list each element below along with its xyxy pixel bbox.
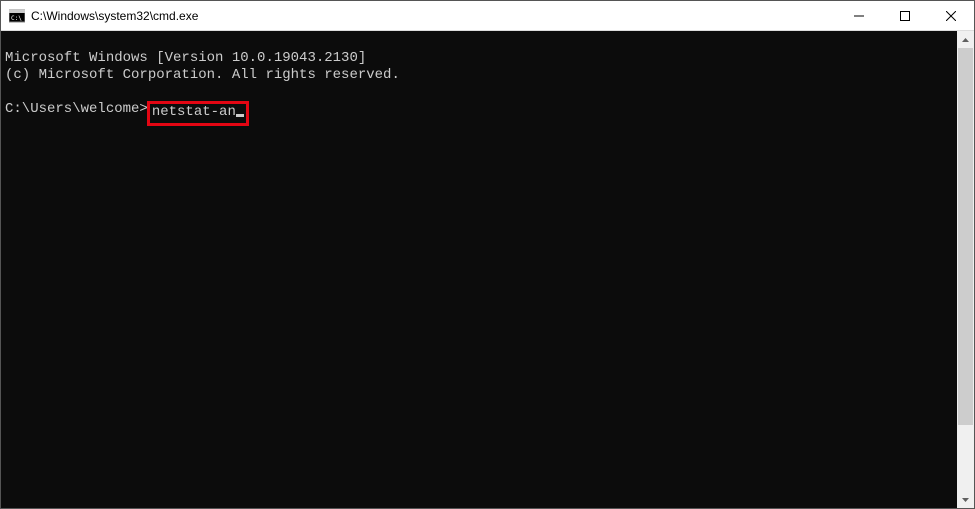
titlebar[interactable]: C:\ C:\Windows\system32\cmd.exe <box>1 1 974 31</box>
typed-command: netstat-an <box>152 104 236 121</box>
terminal-output[interactable]: Microsoft Windows [Version 10.0.19043.21… <box>1 31 957 508</box>
version-line: Microsoft Windows [Version 10.0.19043.21… <box>5 50 366 66</box>
svg-text:C:\: C:\ <box>11 15 22 22</box>
window-title: C:\Windows\system32\cmd.exe <box>31 9 836 23</box>
scroll-track[interactable] <box>957 48 974 491</box>
scroll-thumb[interactable] <box>958 48 973 425</box>
copyright-line: (c) Microsoft Corporation. All rights re… <box>5 67 400 83</box>
cmd-icon: C:\ <box>9 8 25 24</box>
close-button[interactable] <box>928 1 974 31</box>
vertical-scrollbar[interactable] <box>957 31 974 508</box>
cursor <box>236 114 244 117</box>
scroll-up-button[interactable] <box>957 31 974 48</box>
content-area: Microsoft Windows [Version 10.0.19043.21… <box>1 31 974 508</box>
prompt: C:\Users\welcome> <box>5 101 148 118</box>
command-highlight: netstat-an <box>147 101 249 126</box>
scroll-down-button[interactable] <box>957 491 974 508</box>
window-controls <box>836 1 974 30</box>
cmd-window: C:\ C:\Windows\system32\cmd.exe Microsof… <box>0 0 975 509</box>
maximize-button[interactable] <box>882 1 928 31</box>
minimize-button[interactable] <box>836 1 882 31</box>
